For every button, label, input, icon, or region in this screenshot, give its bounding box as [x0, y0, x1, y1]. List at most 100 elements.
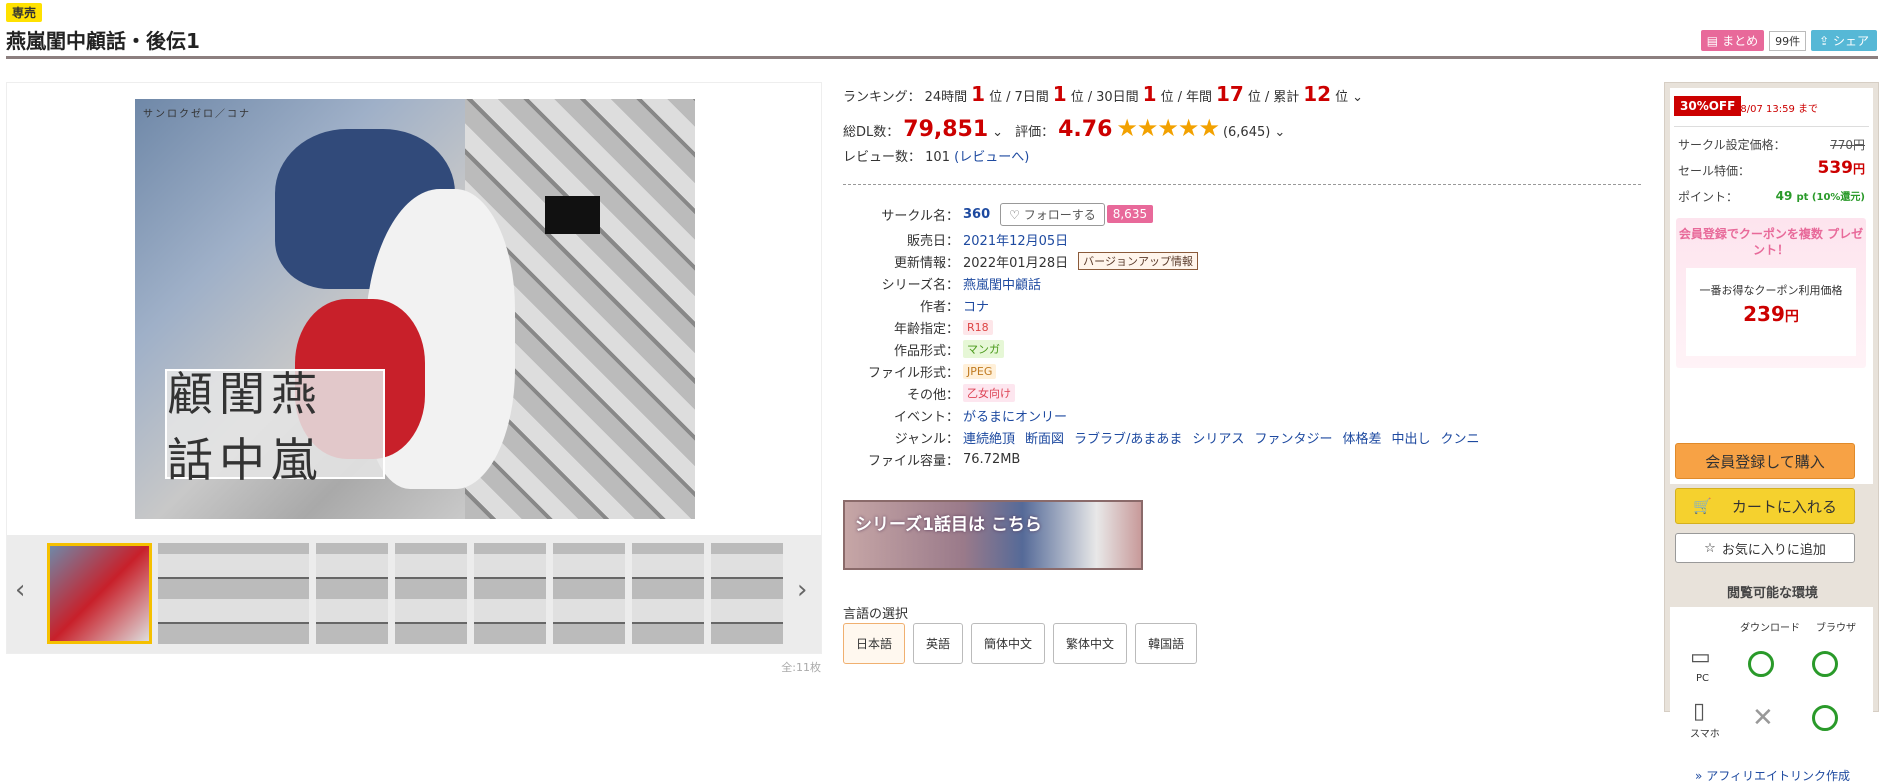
row-file: ファイル形式： JPEG: [843, 360, 1643, 382]
chevron-down-icon[interactable]: ⌄: [992, 125, 1003, 140]
add-favorite-button[interactable]: ☆ お気に入りに追加: [1675, 533, 1855, 563]
chevron-down-icon[interactable]: ⌄: [1274, 125, 1285, 140]
genre-link[interactable]: ファンタジー: [1254, 428, 1332, 447]
lang-korean[interactable]: 韓国語: [1135, 623, 1198, 664]
follow-count: 8,635: [1106, 205, 1154, 223]
image-gallery: サンロクゼロ／コナ 顧閨燕 話中嵐 ‹ › 全:11枚: [6, 82, 822, 674]
thumbnail-7[interactable]: [553, 543, 625, 644]
cart-icon: 🛒: [1693, 497, 1712, 515]
env-col-browser: ブラウザ: [1816, 623, 1856, 634]
sale-price: 539円: [1817, 158, 1865, 178]
list-price: 770円: [1830, 138, 1865, 152]
genre-link[interactable]: ラブラブ/あまあま: [1074, 428, 1182, 447]
pc-download-ok-icon: [1748, 651, 1774, 677]
sale-price-value: 539: [1817, 158, 1853, 178]
row-format: 作品形式： マンガ: [843, 338, 1643, 360]
purchase-panel: 30%OFF 08/07 13:59 まで サークル設定価格： 770円 セール…: [1664, 82, 1879, 783]
lang-traditional-chinese[interactable]: 繁体中文: [1053, 623, 1128, 664]
circle-link[interactable]: 360: [963, 207, 990, 222]
row-series: シリーズ名： 燕嵐閨中顧話: [843, 272, 1643, 294]
add-to-cart-button[interactable]: 🛒 カートに入れる: [1675, 488, 1855, 524]
lang-japanese[interactable]: 日本語: [843, 623, 906, 664]
coupon-promo[interactable]: 会員登録でクーポンを複数 プレゼント！ 一番お得なクーポン利用価格 239円: [1676, 218, 1866, 368]
chevron-right-icon[interactable]: ›: [797, 575, 807, 605]
heart-icon: ♡: [1009, 207, 1024, 222]
work-info: ランキング： 24時間 1 位 / 7日間 1 位 / 30日間 1 位 / 年…: [843, 82, 1643, 165]
series-link[interactable]: 燕嵐閨中顧話: [963, 274, 1041, 293]
point-label: ポイント：: [1678, 190, 1739, 204]
genre-link[interactable]: クンニ: [1440, 428, 1479, 447]
sale-until: 08/07 13:59 まで: [1734, 104, 1818, 115]
stats-line: 総DL数： 79,851 ⌄ 評価： 4.76 ★★★★★ (6,645) ⌄: [843, 114, 1286, 142]
affiliate-link[interactable]: » アフィリエイトリンク作成: [1665, 767, 1880, 784]
genre-link[interactable]: 連続絶頂: [963, 428, 1015, 447]
row-release: 販売日： 2021年12月05日: [843, 228, 1643, 250]
follow-button[interactable]: ♡ フォローする: [1000, 202, 1105, 226]
release-date-link[interactable]: 2021年12月05日: [963, 230, 1068, 249]
exclusive-badge: 専売: [6, 3, 43, 22]
share-button[interactable]: ⇪ シェア: [1811, 30, 1877, 51]
smartphone-icon: ▯: [1693, 699, 1706, 724]
ranking-line: ランキング： 24時間 1 位 / 7日間 1 位 / 30日間 1 位 / 年…: [843, 82, 1364, 106]
coupon-best-label: 一番お得なクーポン利用価格: [1699, 284, 1843, 297]
review-link[interactable]: (レビューへ): [954, 150, 1029, 165]
coupon-price-box: 一番お得なクーポン利用価格 239円: [1686, 268, 1856, 356]
cover-title-logo: 顧閨燕 話中嵐: [165, 367, 385, 487]
environment-table: ダウンロード ブラウザ ▭ PC ▯ スマホ ✕: [1670, 607, 1873, 767]
thumbnail-6[interactable]: [474, 543, 546, 644]
star-rating-icon: ★★★★★: [1116, 114, 1220, 142]
divider: [1674, 126, 1869, 127]
row-event: イベント： がるまにオンリー: [843, 404, 1643, 426]
file-format-tag[interactable]: JPEG: [963, 363, 997, 379]
sp-browser-ok-icon: [1812, 705, 1838, 731]
other-tag[interactable]: 乙女向け: [963, 384, 1015, 402]
genre-link[interactable]: 中出し: [1391, 428, 1430, 447]
rank-7d: 1: [1052, 82, 1067, 106]
censor-bar: [545, 196, 600, 234]
genre-link[interactable]: 断面図: [1025, 428, 1064, 447]
rating-value: 4.76: [1058, 117, 1113, 142]
genre-link[interactable]: 体格差: [1342, 428, 1381, 447]
share-icon: ⇪: [1819, 34, 1833, 48]
format-tag[interactable]: マンガ: [963, 340, 1004, 358]
download-count: 79,851: [903, 117, 989, 142]
pc-icon: ▭: [1690, 645, 1711, 670]
review-line: レビュー数： 101 (レビューへ): [843, 150, 1030, 165]
rating-count: (6,645): [1222, 125, 1271, 140]
chevron-down-icon[interactable]: ⌄: [1352, 90, 1363, 105]
thumbnail-9[interactable]: [711, 543, 783, 644]
row-author: 作者： コナ: [843, 294, 1643, 316]
rank-year: 17: [1216, 82, 1244, 106]
lang-english[interactable]: 英語: [913, 623, 964, 664]
price-box: 30%OFF 08/07 13:59 まで サークル設定価格： 770円 セール…: [1670, 88, 1873, 484]
row-genre: ジャンル： 連続絶頂 断面図 ラブラブ/あまあま シリアス ファンタジー 体格差…: [843, 426, 1643, 448]
work-outline-table: サークル名： 360 ♡ フォローする 8,635 販売日： 2021年12月0…: [843, 200, 1643, 470]
point-value: 49 pt (10%還元): [1776, 188, 1865, 203]
thumbnail-8[interactable]: [632, 543, 704, 644]
series-banner[interactable]: シリーズ1話目は こちら: [843, 500, 1143, 570]
thumbnail-4[interactable]: [316, 543, 388, 644]
env-sp-label: スマホ: [1690, 729, 1720, 740]
discount-badge: 30%OFF: [1674, 96, 1742, 116]
genre-link[interactable]: シリアス: [1192, 428, 1244, 447]
matome-count: 99件: [1769, 30, 1807, 51]
coupon-price-unit: 円: [1784, 309, 1799, 325]
lang-simplified-chinese[interactable]: 簡体中文: [971, 623, 1046, 664]
cover-image[interactable]: サンロクゼロ／コナ 顧閨燕 話中嵐: [135, 99, 695, 519]
rank-24h: 1: [971, 82, 986, 106]
version-up-tag[interactable]: バージョンアップ情報: [1078, 252, 1198, 270]
thumbnail-strip: ‹ ›: [7, 535, 821, 653]
thumbnail-5[interactable]: [395, 543, 467, 644]
thumbnail-3[interactable]: [237, 543, 309, 644]
event-link[interactable]: がるまにオンリー: [963, 406, 1067, 425]
age-rating-tag[interactable]: R18: [963, 319, 993, 335]
bookmark-icon: ▤: [1706, 33, 1719, 48]
chevron-left-icon[interactable]: ‹: [15, 575, 25, 605]
author-link[interactable]: コナ: [963, 296, 989, 315]
register-and-buy-button[interactable]: 会員登録して購入: [1675, 443, 1855, 479]
list-price-label: サークル設定価格：: [1678, 138, 1786, 152]
env-pc-label: PC: [1696, 673, 1710, 684]
matome-button[interactable]: ▤ まとめ: [1700, 30, 1765, 51]
thumbnail-1[interactable]: [47, 543, 152, 644]
row-circle: サークル名： 360 ♡ フォローする 8,635: [843, 200, 1643, 228]
